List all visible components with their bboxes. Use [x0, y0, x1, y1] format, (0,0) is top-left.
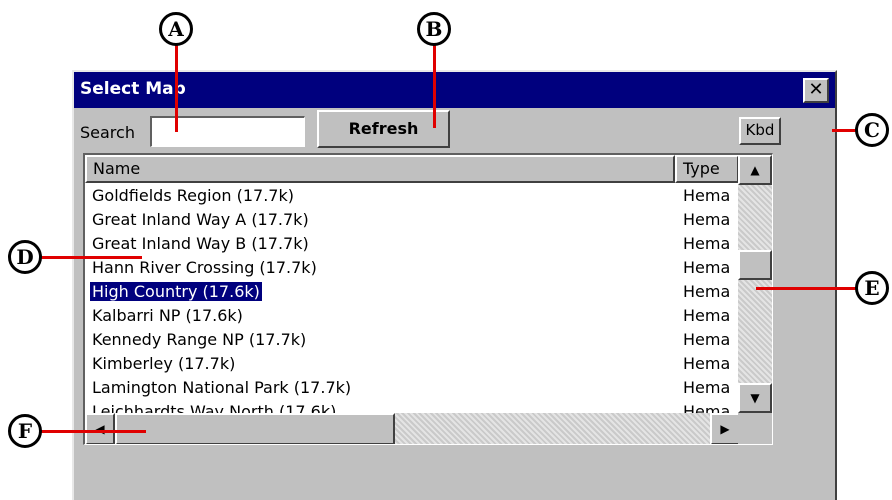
list-row[interactable]: Kennedy Range NP (17.7k) Hema: [85, 329, 736, 353]
annotation-line-b: [433, 40, 436, 128]
row-name: Great Inland Way A (17.7k): [92, 210, 309, 229]
annotation-marker-d: D: [8, 240, 42, 274]
scroll-up-button[interactable]: ▲: [738, 155, 772, 185]
search-label: Search: [80, 123, 135, 142]
row-type: Hema: [683, 234, 731, 253]
scroll-down-button[interactable]: ▼: [738, 383, 772, 413]
scroll-up-icon: ▲: [750, 163, 760, 177]
row-type: Hema: [683, 378, 731, 397]
row-type: Hema: [683, 210, 731, 229]
select-map-dialog: Select Map ✕ Search Refresh Kbd Name Typ…: [72, 70, 837, 500]
annotation-marker-e: E: [855, 271, 889, 305]
scroll-right-button[interactable]: ▶: [710, 413, 740, 444]
vertical-scroll-thumb[interactable]: [738, 250, 772, 280]
horizontal-scrollbar[interactable]: ◀ ▶: [85, 413, 740, 444]
row-type: Hema: [683, 282, 731, 301]
list-row[interactable]: Lamington National Park (17.7k) Hema: [85, 377, 736, 401]
list-rows: Goldfields Region (17.7k) Hema Great Inlan…: [85, 185, 736, 425]
list-row[interactable]: Great Inland Way A (17.7k) Hema: [85, 209, 736, 233]
list-row[interactable]: Great Inland Way B (17.7k) Hema: [85, 233, 736, 257]
search-input[interactable]: [150, 116, 305, 147]
annotation-line-d: [36, 256, 142, 259]
row-type: Hema: [683, 186, 731, 205]
row-name: Kennedy Range NP (17.7k): [92, 330, 307, 349]
row-type: Hema: [683, 330, 731, 349]
row-name: Goldfields Region (17.7k): [92, 186, 294, 205]
annotation-marker-f: F: [8, 414, 42, 448]
list-row[interactable]: Goldfields Region (17.7k) Hema: [85, 185, 736, 209]
row-type: Hema: [683, 306, 731, 325]
list-row[interactable]: Kimberley (17.7k) Hema: [85, 353, 736, 377]
annotation-line-f: [36, 430, 146, 433]
row-name: Great Inland Way B (17.7k): [92, 234, 309, 253]
annotation-marker-c: C: [855, 113, 889, 147]
refresh-button[interactable]: Refresh: [317, 110, 450, 148]
annotation-marker-a: A: [159, 12, 193, 46]
scrollbar-corner: [738, 413, 772, 444]
annotation-line-e: [756, 287, 859, 290]
row-name: High Country (17.6k): [89, 281, 263, 302]
row-name: Kimberley (17.7k): [92, 354, 236, 373]
vertical-scrollbar[interactable]: ▲ ▼: [738, 155, 772, 413]
row-name: Lamington National Park (17.7k): [92, 378, 352, 397]
window-title: Select Map: [80, 79, 186, 99]
row-name: Hann River Crossing (17.7k): [92, 258, 317, 277]
column-header-type[interactable]: Type: [675, 155, 739, 183]
list-row[interactable]: Kalbarri NP (17.6k) Hema: [85, 305, 736, 329]
annotation-line-a: [175, 40, 178, 132]
row-type: Hema: [683, 354, 731, 373]
annotation-marker-b: B: [417, 12, 451, 46]
title-bar[interactable]: Select Map ✕: [74, 72, 835, 108]
close-button[interactable]: ✕: [803, 78, 829, 103]
row-type: Hema: [683, 258, 731, 277]
list-row[interactable]: Hann River Crossing (17.7k) Hema: [85, 257, 736, 281]
scroll-left-icon: ◀: [95, 422, 105, 436]
list-row[interactable]: High Country (17.6k) Hema: [85, 281, 736, 305]
horizontal-scroll-thumb[interactable]: [115, 413, 395, 444]
scroll-down-icon: ▼: [750, 391, 760, 405]
map-list[interactable]: Name Type Goldfields Region (17.7k) Hema G…: [83, 153, 773, 445]
close-icon: ✕: [808, 79, 824, 100]
scroll-right-icon: ▶: [720, 422, 730, 436]
scroll-left-button[interactable]: ◀: [85, 413, 115, 444]
row-name: Kalbarri NP (17.6k): [92, 306, 243, 325]
keyboard-button[interactable]: Kbd: [739, 117, 781, 145]
column-header-name[interactable]: Name: [85, 155, 675, 183]
